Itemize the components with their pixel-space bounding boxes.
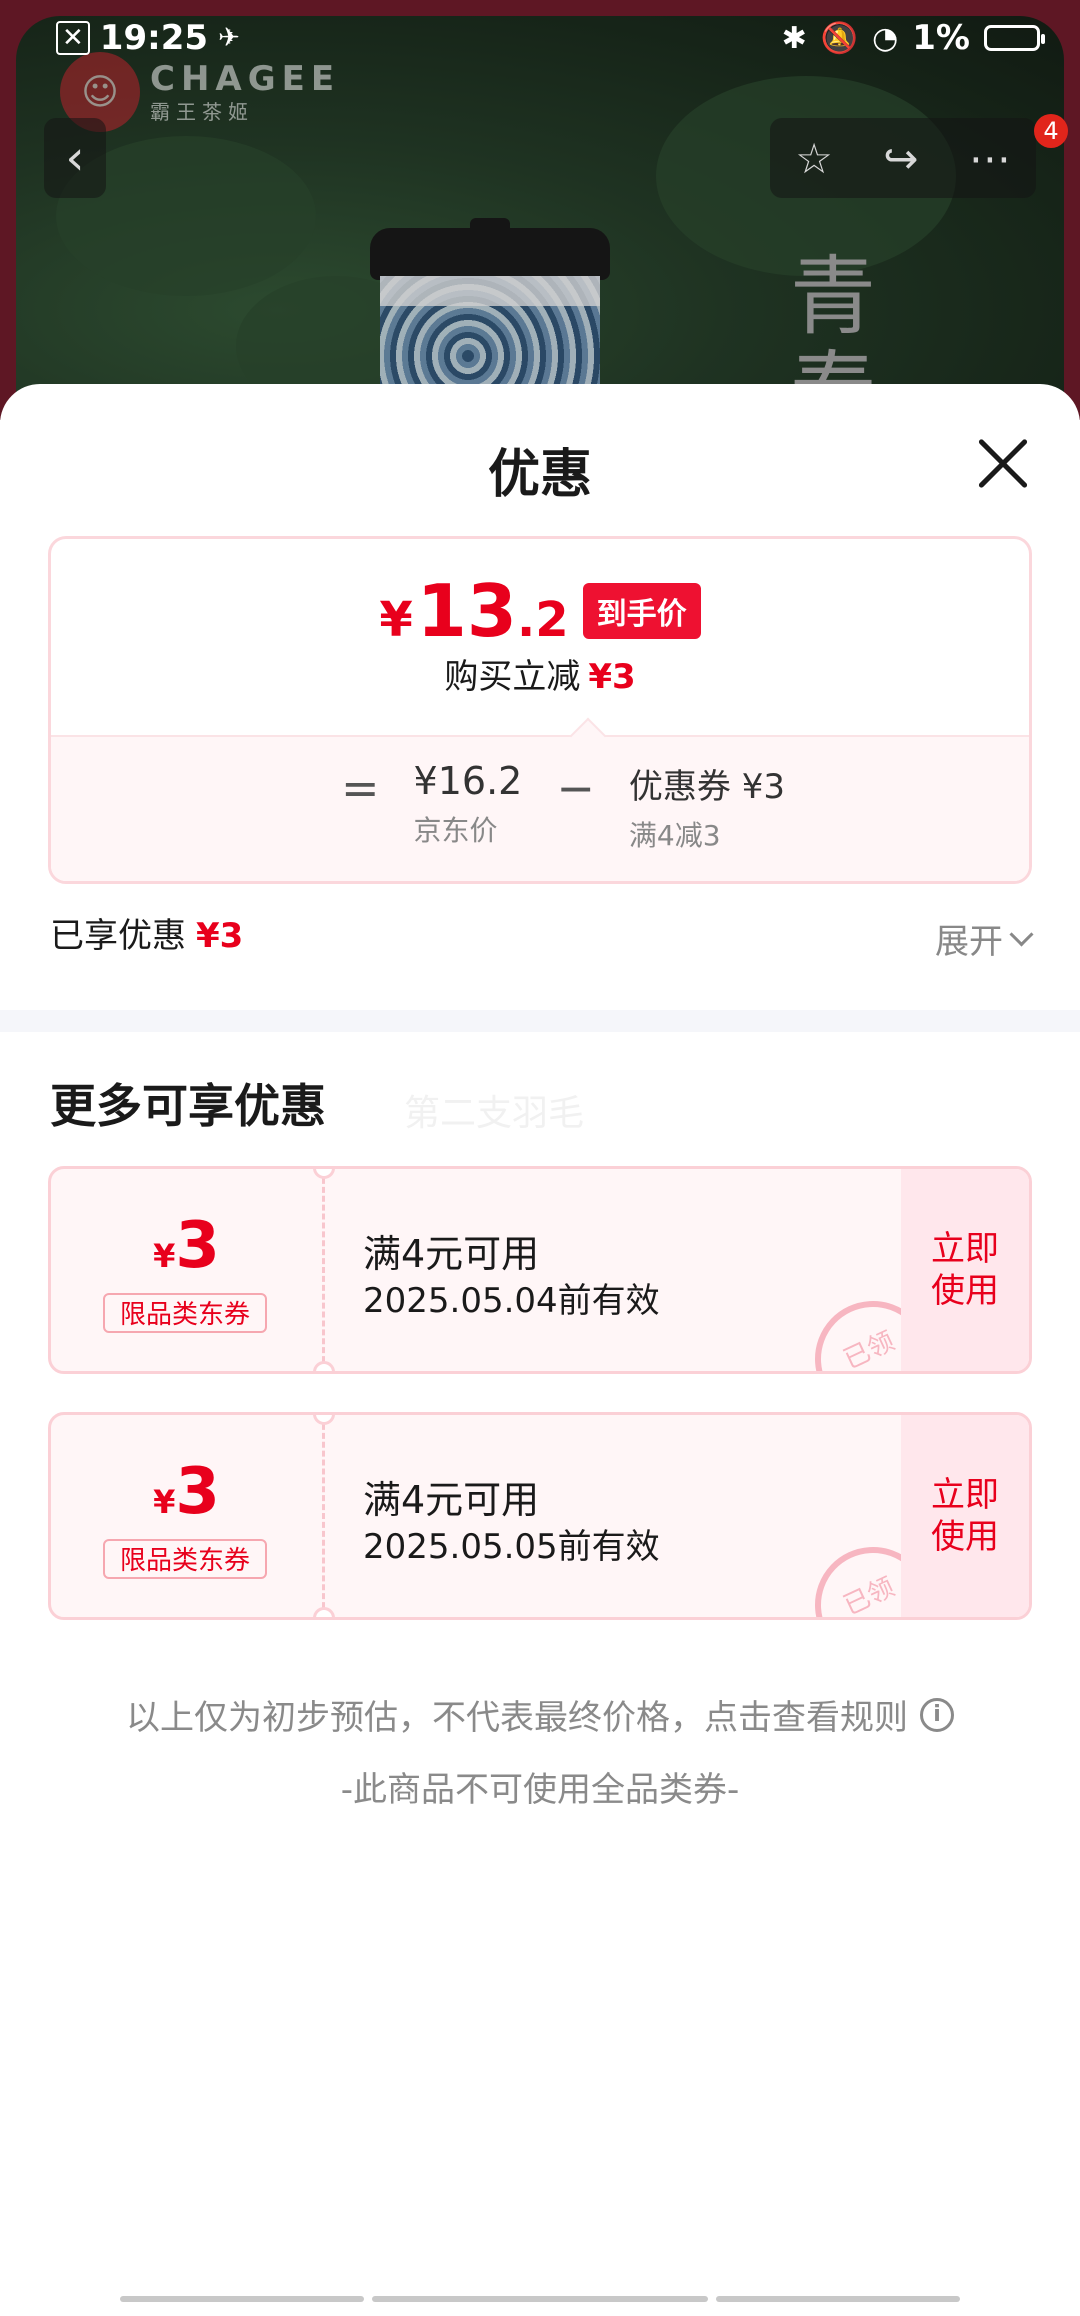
coupon-type: 限品类东券 [103, 1539, 267, 1579]
share-icon[interactable]: ↪ [883, 134, 918, 183]
chevron-left-icon: ‹ [65, 130, 85, 186]
expand-button[interactable]: 展开 [935, 914, 1034, 963]
coupon-notch [313, 1361, 335, 1371]
cup-band [380, 276, 600, 306]
status-time: 19:25 [99, 18, 209, 58]
coupon-card: ¥3 限品类东券 满4元可用 2025.05.05前有效 已领 立即 使用 [48, 1412, 1032, 1620]
final-price-tag: 到手价 [582, 583, 701, 639]
use-now-button[interactable]: 立即 使用 [901, 1415, 1029, 1617]
battery-percent: 1% [912, 18, 970, 58]
battery-icon [984, 25, 1045, 51]
discount-sheet: 优惠 ¥ 13 .2 到手价 购买立减 ¥3 = ¥16.2 京东价 − 优惠券… [0, 384, 1080, 2316]
notification-icon: ✈ [218, 23, 240, 53]
more-icon[interactable]: ⋯ [969, 134, 1011, 183]
coupon-condition: 满4元可用 [363, 1478, 540, 1522]
coupon-amount: ¥3 [153, 1455, 220, 1529]
coupon-rule: 满4减3 [628, 819, 721, 852]
section-divider [0, 1010, 1080, 1032]
wifi-icon: ◔ [872, 20, 899, 56]
message-badge: 4 [1034, 114, 1068, 148]
coupon-type: 限品类东券 [103, 1293, 267, 1333]
chevron-down-icon [1009, 922, 1034, 947]
coupon-condition: 满4元可用 [363, 1232, 540, 1276]
use-now-button[interactable]: 立即 使用 [901, 1169, 1029, 1371]
status-bar: ✕ 19:25 ✈ ✱ 🔕 ◔ 1% [0, 0, 1080, 80]
sim-off-icon: ✕ [56, 21, 90, 55]
coupon-discount: 优惠券 ¥3 [628, 767, 785, 807]
no-all-category-notice: -此商品不可使用全品类券- [340, 1770, 740, 1810]
ghost-text: 第二支羽毛 [404, 1093, 585, 1134]
bluetooth-icon: ✱ [781, 20, 807, 56]
back-button[interactable]: ‹ [44, 118, 106, 198]
minus-sign: − [556, 761, 595, 815]
cup-lid [370, 228, 610, 280]
top-actions: ☆ ↪ ⋯ [770, 118, 1036, 198]
price-breakdown-card: ¥ 13 .2 到手价 购买立减 ¥3 = ¥16.2 京东价 − 优惠券 ¥3 … [48, 536, 1032, 884]
instant-discount: 购买立减 ¥3 [444, 657, 636, 697]
price-formula: = ¥16.2 京东价 − 优惠券 ¥3 满4减3 [51, 735, 1029, 881]
jd-price: ¥16.2 [413, 759, 523, 803]
coupon-validity: 2025.05.04前有效 [363, 1281, 660, 1321]
home-indicator [372, 2296, 708, 2302]
mute-icon: 🔕 [820, 20, 859, 56]
coupon-card: ¥3 限品类东券 满4元可用 2025.05.04前有效 已领 立即 使用 [48, 1166, 1032, 1374]
coupon-notch [313, 1607, 335, 1617]
final-price: ¥ 13 .2 到手价 [51, 569, 1029, 653]
enjoyed-discount: 已享优惠 ¥3 [50, 916, 244, 956]
home-indicator [716, 2296, 960, 2302]
favorite-star-icon[interactable]: ☆ [795, 134, 833, 183]
home-indicator [120, 2296, 364, 2302]
coupon-validity: 2025.05.05前有效 [363, 1527, 660, 1567]
sheet-title: 优惠 [487, 445, 592, 505]
more-discounts-title: 更多可享优惠 [50, 1079, 326, 1133]
info-icon[interactable]: i [920, 1697, 954, 1732]
price-notice[interactable]: 以上仅为初步预估，不代表最终价格，点击查看规则 i [0, 1690, 1080, 1739]
close-icon[interactable] [976, 436, 1030, 490]
jd-price-label: 京东价 [413, 814, 498, 847]
brand-sub: 霸王茶姬 [150, 100, 254, 124]
equals-sign: = [341, 761, 380, 815]
coupon-amount: ¥3 [153, 1209, 220, 1283]
